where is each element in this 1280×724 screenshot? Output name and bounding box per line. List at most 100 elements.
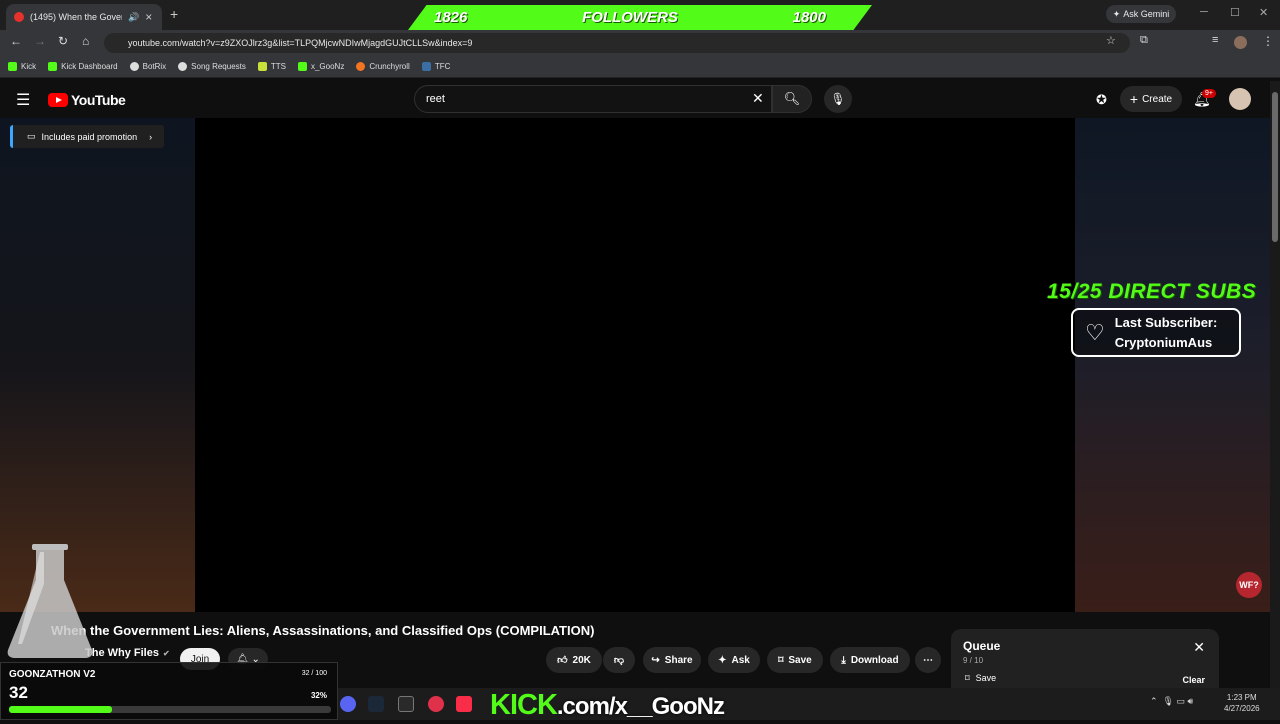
url-text: youtube.com/watch?v=z9ZXOJlrz3g&list=TLP… bbox=[128, 38, 473, 48]
studio-icon[interactable]: ✪ bbox=[1096, 92, 1107, 108]
youtube-logo[interactable]: YouTube bbox=[48, 92, 126, 108]
followers-current: 1826 bbox=[434, 9, 468, 26]
queue-title: Queue bbox=[963, 639, 1001, 653]
paid-promotion-banner[interactable]: ▭ Includes paid promotion › bbox=[10, 125, 164, 148]
youtube-play-icon bbox=[48, 93, 68, 107]
clear-search-icon[interactable]: ✕ bbox=[752, 90, 764, 107]
ambient-background-right bbox=[1075, 118, 1270, 612]
dislike-button[interactable]: 👎︎ bbox=[603, 647, 635, 673]
bookmark-crunchyroll[interactable]: Crunchyroll bbox=[356, 62, 410, 71]
ask-gemini-button[interactable]: ✦ Ask Gemini bbox=[1106, 5, 1176, 23]
minimize-button[interactable]: ─ bbox=[1200, 6, 1208, 18]
save-label: Save bbox=[788, 654, 812, 666]
notification-badge: 9+ bbox=[1202, 89, 1216, 98]
ambient-background-left bbox=[0, 118, 195, 612]
ask-button[interactable]: ✦ Ask bbox=[708, 647, 760, 673]
share-label: Share bbox=[664, 654, 693, 666]
bookmark-label: BotRix bbox=[142, 62, 167, 71]
create-label: Create bbox=[1142, 93, 1173, 105]
back-button[interactable]: ← bbox=[10, 34, 22, 48]
bookmark-star-icon[interactable]: ☆ bbox=[1106, 34, 1116, 47]
bookmark-tts[interactable]: TTS bbox=[257, 62, 286, 71]
botrix-icon bbox=[178, 62, 188, 71]
sparkle-icon: ✦ bbox=[718, 654, 727, 666]
discord-icon[interactable] bbox=[340, 696, 356, 712]
media-icon[interactable]: ≡ bbox=[1212, 34, 1218, 46]
search-icon: 🔍︎ bbox=[783, 91, 801, 106]
bookmark-tfc[interactable]: TFC bbox=[421, 62, 450, 71]
ask-gemini-label: Ask Gemini bbox=[1123, 9, 1170, 19]
kick-url-text: .com/x__GooNz bbox=[556, 693, 725, 720]
kick-icon bbox=[297, 62, 307, 71]
queue-clear-button[interactable]: Clear bbox=[1182, 675, 1205, 685]
download-button[interactable]: ⤓ Download bbox=[830, 647, 910, 673]
crunchyroll-icon bbox=[356, 62, 366, 71]
youtube-logo-text: YouTube bbox=[71, 92, 126, 108]
last-subscriber-name: CryptoniumAus bbox=[1114, 334, 1213, 350]
reload-button[interactable]: ↻ bbox=[58, 34, 68, 48]
menu-dots-icon[interactable]: ⋮ bbox=[1262, 34, 1274, 48]
browser-tab[interactable]: (1495) When the Governme 🔊 × bbox=[6, 4, 162, 30]
tab-title: (1495) When the Governme bbox=[30, 12, 122, 22]
extensions-icon[interactable]: ⧉ bbox=[1140, 34, 1148, 47]
bookmark-x-goonz[interactable]: x_GooNz bbox=[297, 62, 344, 71]
save-button[interactable]: ⌑ Save bbox=[767, 647, 823, 673]
like-button[interactable]: 👍︎ 20K bbox=[546, 647, 602, 673]
goonzathon-progress-fill bbox=[9, 706, 113, 713]
queue-save-button[interactable]: ⌑ Save bbox=[965, 673, 996, 684]
bookmark-kick[interactable]: Kick bbox=[8, 62, 36, 71]
home-button[interactable]: ⌂ bbox=[82, 34, 89, 48]
steam-icon[interactable] bbox=[368, 696, 384, 712]
search-button[interactable]: 🔍︎ bbox=[772, 85, 812, 113]
music-icon[interactable] bbox=[456, 696, 472, 712]
voice-search-button[interactable]: 🎙︎ bbox=[824, 85, 852, 113]
maximize-button[interactable]: ☐ bbox=[1230, 6, 1240, 19]
bookmark-label: TTS bbox=[270, 62, 286, 71]
followers-label: FOLLOWERS bbox=[582, 9, 678, 26]
tfc-icon bbox=[421, 62, 431, 71]
sparkle-icon: ✦ bbox=[1112, 8, 1121, 19]
account-avatar[interactable] bbox=[1229, 88, 1251, 110]
goonzathon-title: GOONZATHON V2 bbox=[9, 669, 96, 680]
forward-button[interactable]: → bbox=[34, 34, 46, 48]
new-tab-button[interactable]: + bbox=[170, 6, 178, 22]
queue-save-label: Save bbox=[975, 673, 997, 683]
close-queue-icon[interactable]: ✕ bbox=[1193, 639, 1205, 656]
epic-games-icon[interactable] bbox=[398, 696, 414, 712]
app-icon[interactable] bbox=[428, 696, 444, 712]
hamburger-menu-icon[interactable]: ☰ bbox=[16, 90, 30, 110]
create-button[interactable]: + Create bbox=[1120, 86, 1182, 112]
plus-icon: + bbox=[1129, 91, 1139, 107]
scrollbar-thumb[interactable] bbox=[1272, 92, 1278, 242]
bookmark-botrix[interactable]: BotRix bbox=[129, 62, 167, 71]
bookmark-song-requests[interactable]: Song Requests bbox=[178, 62, 246, 71]
close-window-button[interactable]: ✕ bbox=[1259, 6, 1268, 19]
mic-icon: 🎙︎ bbox=[830, 92, 846, 106]
chevron-right-icon: › bbox=[149, 131, 153, 142]
queue-panel: Queue 9 / 10 ✕ ⌑ Save Clear bbox=[951, 629, 1219, 689]
more-actions-button[interactable]: ⋯ bbox=[915, 647, 941, 673]
search-value: reet bbox=[426, 93, 445, 105]
kick-url-overlay: KICK.com/x__GooNz bbox=[490, 688, 725, 724]
share-button[interactable]: ↪ Share bbox=[643, 647, 701, 673]
bookmark-label: Song Requests bbox=[191, 62, 246, 71]
close-tab-icon[interactable]: × bbox=[145, 10, 152, 24]
bookmark-kick-dashboard[interactable]: Kick Dashboard bbox=[48, 62, 118, 71]
kick-icon bbox=[48, 62, 58, 71]
channel-watermark[interactable]: WF? bbox=[1236, 572, 1262, 598]
promo-icon: ▭ bbox=[27, 131, 36, 141]
system-clock[interactable]: 1:23 PM 4/27/2026 bbox=[1224, 692, 1260, 714]
kick-brand-text: KICK bbox=[490, 689, 558, 721]
profile-avatar[interactable] bbox=[1234, 36, 1247, 49]
share-icon: ↪ bbox=[651, 654, 660, 666]
clock-time: 1:23 PM bbox=[1226, 693, 1257, 702]
more-dots-icon: ⋯ bbox=[923, 654, 933, 666]
video-title: When the Government Lies: Aliens, Assass… bbox=[51, 623, 595, 638]
address-bar[interactable]: youtube.com/watch?v=z9ZXOJlrz3g&list=TLP… bbox=[104, 33, 1130, 53]
system-tray[interactable]: ⌃ 🎙︎ ▭ 🔊︎ bbox=[1150, 696, 1193, 707]
promo-text: Includes paid promotion bbox=[41, 131, 138, 142]
search-input[interactable]: reet bbox=[414, 85, 772, 113]
goonzathon-percent: 32% bbox=[310, 691, 327, 700]
video-player[interactable] bbox=[195, 118, 1075, 612]
youtube-favicon-icon bbox=[14, 12, 24, 22]
